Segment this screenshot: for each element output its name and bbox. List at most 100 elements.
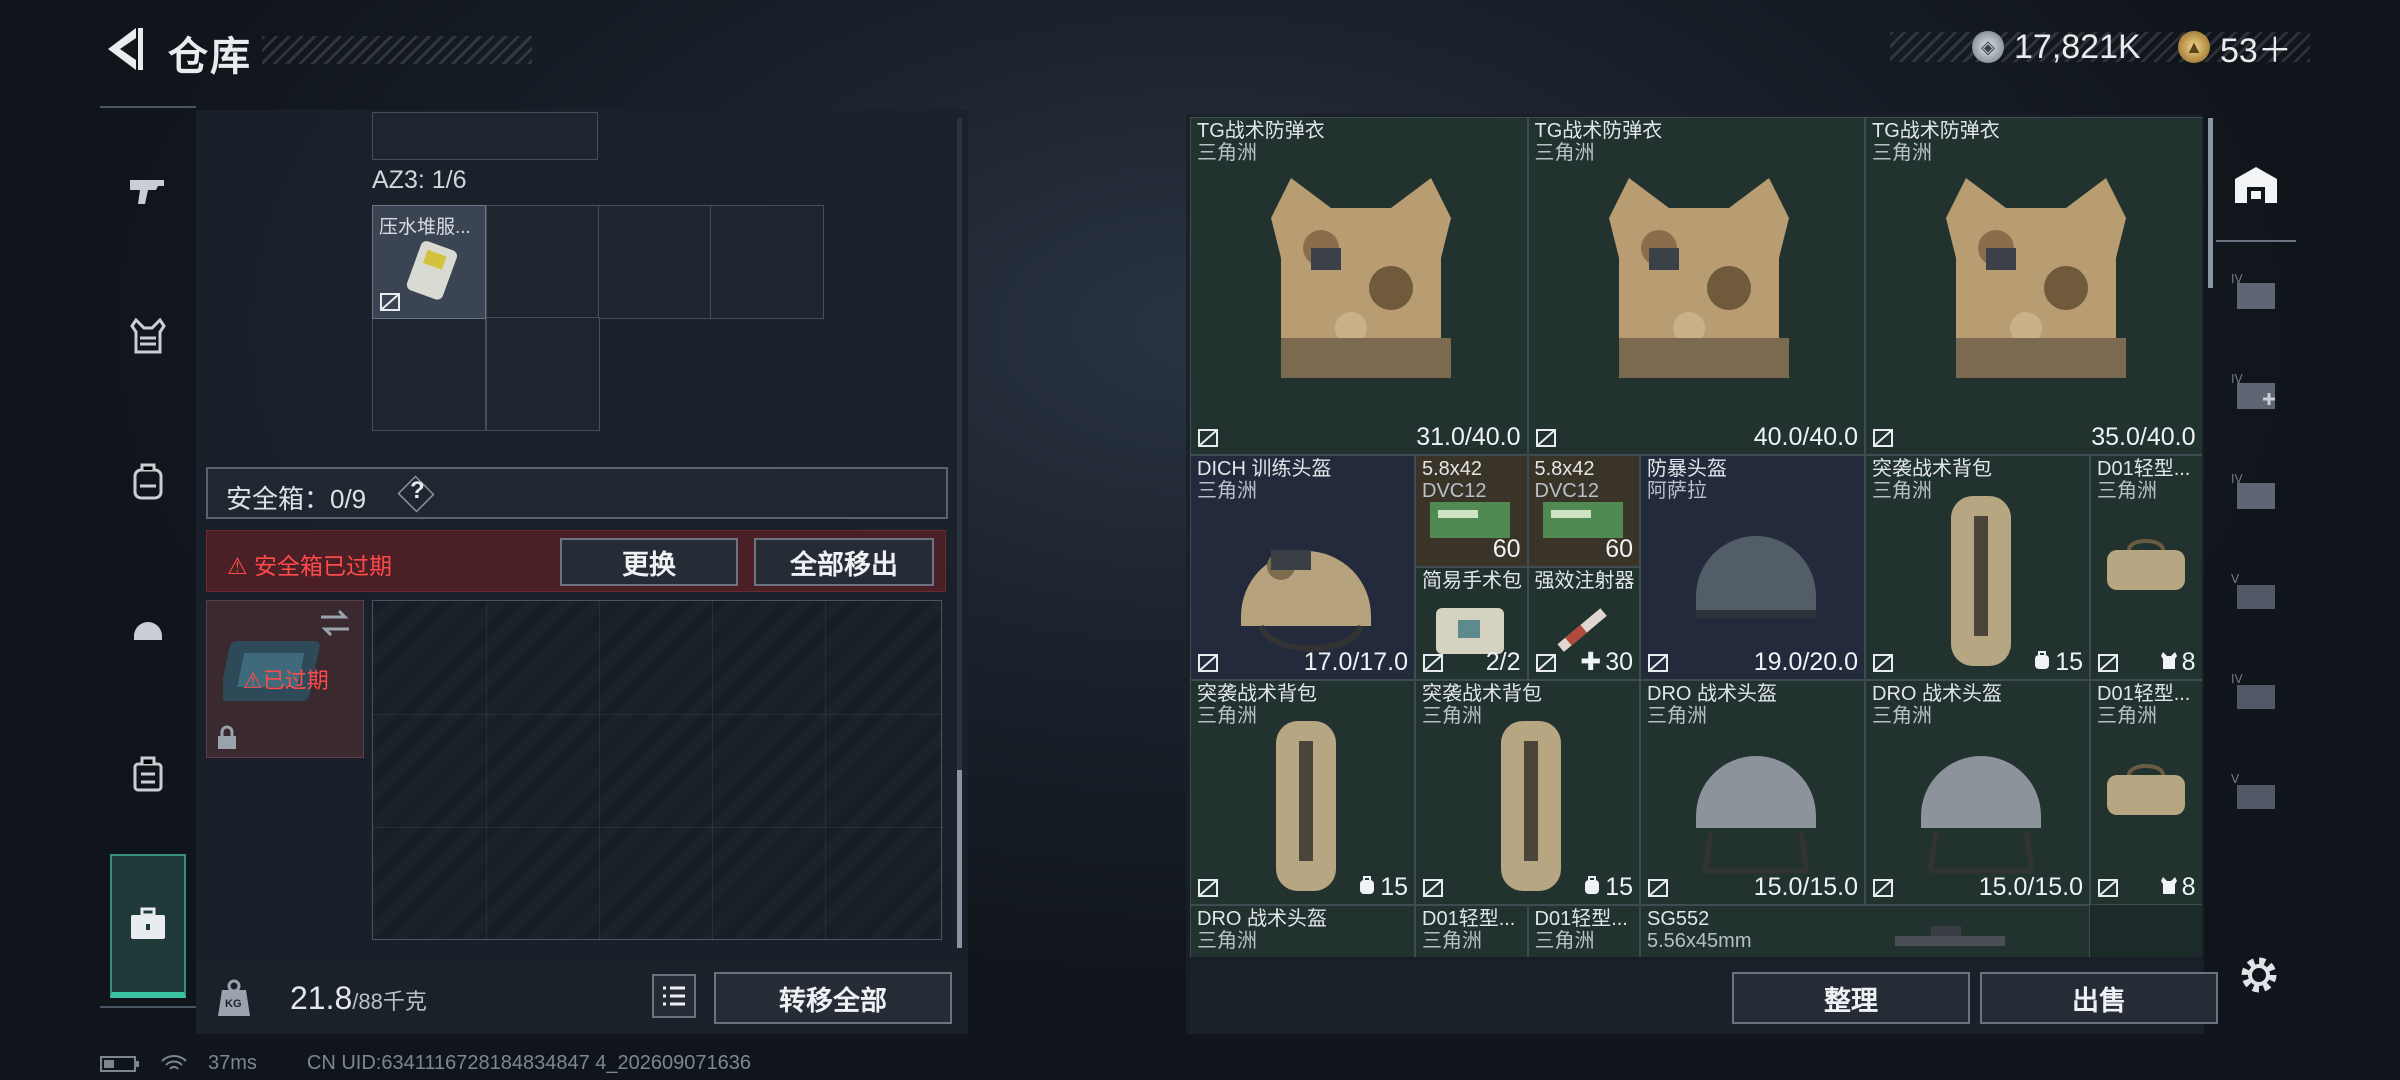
top-bar: 仓库 ◈ 17,821K ▲ 53＋ [0, 0, 2400, 100]
secondary-currency[interactable]: ▲ 53＋ [2178, 24, 2292, 70]
item-name: DICH 训练头盔 [1197, 457, 1332, 480]
vest-capacity-icon [2160, 876, 2177, 894]
rifle-image [1895, 925, 2005, 946]
item-name: 5.8x42 [1422, 457, 1483, 480]
inventory-item[interactable]: 突袭战术背包 三角洲 15 [1865, 454, 2090, 680]
sidebar-item-backpack[interactable] [100, 434, 196, 530]
inventory-item[interactable]: 5.8x42 DVC12 60 [1415, 454, 1528, 567]
inventory-item[interactable]: D01轻型... 三角洲 [1415, 904, 1528, 957]
dro-helmet-image [1921, 755, 2041, 873]
inventory-item[interactable]: DRO 战术头盔 三角洲 15.0/15.0 [1640, 679, 1865, 905]
container-item[interactable]: 压水堆服... [372, 205, 486, 319]
item-value: 15 [2033, 648, 2083, 677]
item-subtitle: 三角洲 [1422, 929, 1482, 952]
item-subtitle: 三角洲 [1422, 704, 1482, 727]
inventory-item[interactable]: TG战术防弹衣 三角洲 31.0/40.0 [1190, 117, 1528, 455]
svg-text:V: V [2231, 772, 2240, 786]
container-slot[interactable] [372, 317, 486, 431]
inventory-item[interactable]: 突袭战术背包 三角洲 15 [1415, 679, 1640, 905]
item-subtitle: 阿萨拉 [1647, 479, 1707, 502]
no-trade-icon [1423, 653, 1443, 672]
safebox-status-bar[interactable]: 安全箱：0/9 ? [206, 467, 948, 519]
sidebar-item-weapons[interactable] [100, 142, 196, 238]
add-tab-icon: IV [2231, 372, 2275, 409]
no-trade-icon [1198, 428, 1218, 447]
weight-current: 21.8 [290, 980, 353, 1016]
sidebar-item-medical[interactable] [100, 726, 196, 822]
inventory-item[interactable]: 防暴头盔 阿萨拉 19.0/20.0 [1640, 454, 1865, 680]
inventory-item[interactable]: 5.8x42 DVC12 60 [1527, 454, 1640, 567]
container-slot[interactable] [372, 112, 598, 160]
move-all-out-button[interactable]: 全部移出 [754, 538, 934, 586]
storage-tab-3[interactable]: IV [2216, 448, 2296, 538]
inventory-item[interactable]: DRO 战术头盔 三角洲 15.0/15.0 [1865, 679, 2090, 905]
storage-tab-main[interactable] [2216, 130, 2296, 242]
inventory-item[interactable]: SG552 5.56x45mm [1640, 904, 2090, 957]
item-value: 60 [1605, 535, 1633, 563]
inventory-item[interactable]: D01轻型... 三角洲 [1527, 904, 1640, 957]
item-name: D01轻型... [1534, 907, 1628, 930]
container-slot[interactable] [486, 317, 600, 431]
organize-button[interactable]: 整理 [1732, 972, 1970, 1024]
inventory-item[interactable]: 强效注射器 ✚ 30 [1527, 567, 1640, 680]
item-subtitle: 三角洲 [1872, 479, 1932, 502]
inventory-item[interactable]: TG战术防弹衣 三角洲 40.0/40.0 [1527, 117, 1865, 455]
right-scrollbar-thumb[interactable] [2208, 118, 2213, 288]
item-name: 压水堆服... [379, 217, 471, 238]
container-slot[interactable] [710, 205, 824, 319]
no-trade-icon [1873, 428, 1893, 447]
weight-max: /88千克 [352, 989, 427, 1014]
item-value: 17.0/17.0 [1303, 647, 1408, 676]
gear-icon[interactable] [2236, 952, 2282, 998]
vest-capacity-icon [2160, 651, 2177, 669]
item-value: 2/2 [1485, 647, 1521, 676]
inventory-item[interactable]: D01轻型... 三角洲 8 [2090, 679, 2202, 905]
storage-tab-5[interactable]: IV [2216, 648, 2296, 738]
help-icon[interactable]: ? [410, 477, 425, 505]
backpack-image [1276, 720, 1336, 891]
left-scrollbar-thumb[interactable] [957, 770, 962, 948]
container-slot[interactable] [486, 205, 600, 319]
locked-tab-icon: IV [2231, 672, 2275, 709]
inventory-item[interactable]: 简易手术包 2/2 [1415, 567, 1528, 680]
svg-text:IV: IV [2231, 272, 2244, 286]
list-view-button[interactable] [652, 974, 696, 1018]
item-value: 8 [2160, 873, 2196, 902]
inventory-item[interactable]: D01轻型... 三角洲 8 [2090, 454, 2202, 680]
item-value: 60 [1492, 535, 1521, 563]
status-bar: 37ms CN UID:6341116728184834847 4_202609… [100, 1052, 751, 1075]
heal-icon: ✚ [1580, 647, 1602, 676]
transfer-all-button[interactable]: 转移全部 [714, 972, 952, 1024]
weight-icon: KG [216, 978, 252, 1018]
inventory-item[interactable]: TG战术防弹衣 三角洲 35.0/40.0 [1865, 117, 2202, 455]
ping-text: 37ms [208, 1052, 257, 1074]
item-value: 15 [1583, 873, 1633, 902]
sell-button[interactable]: 出售 [1980, 972, 2218, 1024]
container-slot[interactable] [598, 205, 712, 319]
replace-button[interactable]: 更换 [560, 538, 738, 586]
inventory-item[interactable]: DRO 战术头盔 三角洲 [1190, 904, 1415, 957]
back-arrow-icon[interactable] [100, 24, 144, 74]
swap-icon[interactable] [317, 609, 353, 637]
sidebar-item-armor[interactable] [100, 288, 196, 384]
safebox-capacity: 安全箱：0/9 [226, 484, 367, 514]
item-name: 突袭战术背包 [1872, 457, 1992, 480]
safebox-item[interactable]: ⚠已过期 [206, 600, 364, 758]
sidebar-item-safebox[interactable] [110, 854, 186, 998]
inventory-item[interactable]: 突袭战术背包 三角洲 15 [1190, 679, 1415, 905]
inventory-item[interactable]: DICH 训练头盔 三角洲 17.0/17.0 [1190, 454, 1415, 680]
vest-icon [130, 317, 166, 354]
storage-tab-1[interactable]: IV [2216, 248, 2296, 338]
riot-helmet-image [1696, 535, 1816, 618]
storage-tab-4[interactable]: V [2216, 548, 2296, 638]
primary-currency[interactable]: ◈ 17,821K [1972, 24, 2141, 70]
item-subtitle: 三角洲 [1197, 704, 1257, 727]
item-value: 15 [1358, 873, 1408, 902]
bond-icon: ▲ [2178, 31, 2210, 63]
safebox-grid[interactable] [372, 600, 943, 941]
sidebar-item-helmet[interactable] [100, 580, 196, 676]
storage-tab-6[interactable]: V [2216, 748, 2296, 838]
storage-tab-2[interactable]: IV [2216, 348, 2296, 438]
no-trade-icon [2098, 878, 2118, 897]
item-name: 5.8x42 [1534, 457, 1595, 480]
